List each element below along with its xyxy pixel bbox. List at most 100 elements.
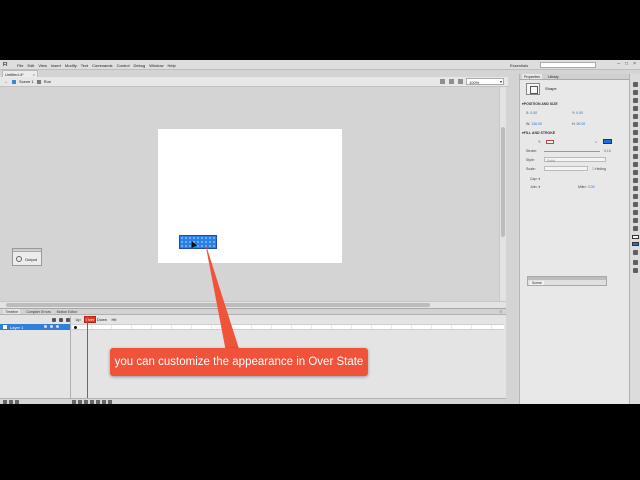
step-forward-icon[interactable] [90,400,94,404]
y-field[interactable]: Y: 0.00 [572,111,583,115]
line-tool-icon[interactable] [633,138,638,143]
miter-value[interactable]: 3.00 [588,185,595,189]
fill-color-tool[interactable] [632,242,639,246]
menu-insert[interactable]: Insert [51,63,61,68]
menu-commands[interactable]: Commands [92,63,112,68]
smooth-icon[interactable] [633,268,638,273]
section-fill-stroke[interactable]: FILL AND STROKE [522,131,555,135]
lasso-tool-icon[interactable] [633,114,638,119]
scale-select[interactable] [544,166,588,171]
height-field[interactable]: H: 90.00 [572,122,585,126]
pen-tool-icon[interactable] [633,122,638,127]
brush-tool-icon[interactable] [633,162,638,167]
scene-panel-header[interactable] [528,277,606,280]
y-value[interactable]: 0.00 [576,111,583,115]
output-panel[interactable]: Output [12,248,42,266]
tab-timeline[interactable]: Timeline [3,309,21,314]
minimize-button[interactable]: – [617,62,620,67]
tab-properties[interactable]: Properties [522,74,542,79]
menu-view[interactable]: View [38,63,47,68]
search-input[interactable] [540,62,596,68]
menu-control[interactable]: Control [117,63,130,68]
width-tool-icon[interactable] [633,210,638,215]
lock-icon[interactable] [59,317,63,322]
menu-edit[interactable]: Edit [27,63,34,68]
tab-scene[interactable]: Scene [530,281,544,285]
vertical-scrollbar[interactable] [499,87,506,301]
frame-label-down[interactable]: Down [96,317,108,322]
new-folder-icon[interactable] [9,400,13,404]
onion-skin-icon[interactable] [108,400,112,404]
zoom-tool-icon[interactable] [633,226,638,231]
menu-text[interactable]: Text [81,63,88,68]
play-icon[interactable] [84,400,88,404]
layer-name[interactable]: Layer 1 [10,325,23,330]
stroke-value[interactable]: 0.10 [604,149,611,153]
frame-row[interactable] [72,324,504,330]
scroll-thumb[interactable] [501,127,505,237]
lock-dot[interactable] [50,325,53,328]
back-arrow-icon[interactable]: ← [4,79,9,85]
new-layer-icon[interactable] [3,400,7,404]
width-field[interactable]: W: 136.00 [526,122,542,126]
menu-help[interactable]: Help [168,63,176,68]
delete-layer-icon[interactable] [15,400,19,404]
stroke-slider[interactable] [544,151,600,152]
frame-label-over[interactable]: Over [84,316,96,323]
snap-icon[interactable] [633,260,638,265]
tab-compiler-errors[interactable]: Compiler Errors [26,309,51,314]
swap-colors-icon[interactable] [633,250,638,255]
subselection-tool-icon[interactable] [633,90,638,95]
cap-field[interactable]: Cap: ▾ [530,177,540,181]
scene-panel[interactable]: Scene [527,276,607,286]
fill-color-swatch[interactable] [603,139,612,144]
x-field[interactable]: X: 0.00 [526,111,537,115]
breadcrumb-scene[interactable]: Scene 1 [19,79,34,84]
menu-file[interactable]: File [17,63,23,68]
selection-tool-icon[interactable] [633,82,638,87]
menu-modify[interactable]: Modify [65,63,77,68]
tab-library[interactable]: Library [548,74,559,79]
button-shape[interactable] [179,235,217,249]
workspace-switcher[interactable]: Essentials [510,63,528,68]
3d-rotation-tool-icon[interactable] [633,106,638,111]
close-button[interactable]: × [633,62,636,67]
eyedropper-tool-icon[interactable] [633,194,638,199]
eye-icon[interactable] [52,317,56,322]
maximize-button[interactable]: □ [625,62,628,67]
visibility-dot[interactable] [44,325,47,328]
paint-bucket-tool-icon[interactable] [633,186,638,191]
scroll-thumb[interactable] [6,303,430,307]
menu-debug[interactable]: Debug [133,63,145,68]
edit-symbols-icon[interactable] [449,79,454,84]
breadcrumb-symbol[interactable]: Run [44,79,51,84]
section-position-size[interactable]: POSITION AND SIZE [522,102,558,106]
stroke-color-tool[interactable] [632,235,639,239]
hand-tool-icon[interactable] [633,218,638,223]
free-transform-tool-icon[interactable] [633,98,638,103]
miter-field[interactable]: Miter: 3.00 [578,185,595,189]
stroke-color-swatch[interactable] [546,140,554,144]
keyframe-icon[interactable] [74,326,77,329]
h-value[interactable]: 90.00 [576,122,585,126]
hinting-checkbox[interactable]: □ Hinting [592,167,606,171]
frame-label-up[interactable]: Up [72,317,84,322]
layer-row[interactable]: Layer 1 [0,324,70,330]
panel-menu-icon[interactable]: ≡ [500,309,502,315]
eraser-tool-icon[interactable] [633,202,638,207]
playhead[interactable] [87,316,88,401]
output-panel-header[interactable] [13,249,41,252]
style-select[interactable]: Solid [544,157,606,163]
horizontal-scrollbar[interactable] [0,301,506,308]
frame-label-hit[interactable]: Hit [108,317,120,322]
deco-tool-icon[interactable] [633,170,638,175]
loop-icon[interactable] [102,400,106,404]
pencil-tool-icon[interactable] [633,154,638,159]
last-frame-icon[interactable] [96,400,100,404]
w-value[interactable]: 136.00 [531,122,542,126]
rectangle-tool-icon[interactable] [633,146,638,151]
tab-motion-editor[interactable]: Motion Editor [57,309,78,314]
first-frame-icon[interactable] [72,400,76,404]
center-stage-icon[interactable] [458,79,463,84]
step-back-icon[interactable] [78,400,82,404]
